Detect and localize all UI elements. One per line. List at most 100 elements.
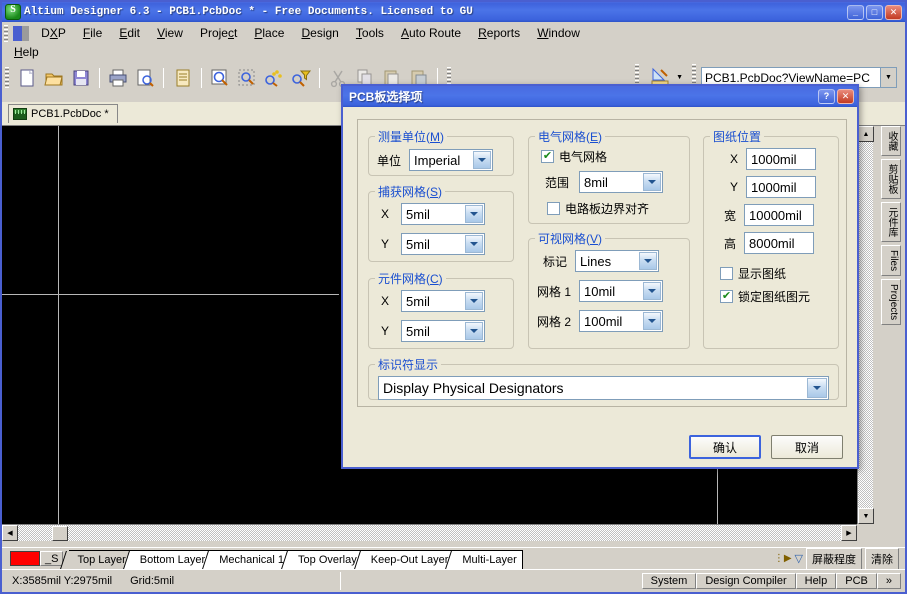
chevron-down-icon[interactable] [465,292,484,310]
status-button-more[interactable]: » [876,573,901,589]
panel-tab-libraries[interactable]: 元件库 [881,202,901,242]
canvas-vertical-scrollbar[interactable]: ▲ ▼ [857,126,874,524]
snap-to-board-outline-row[interactable]: 电路板边界对齐 [529,193,689,217]
chevron-down-icon[interactable] [807,378,827,398]
canvas-horizontal-scrollbar[interactable]: ◀ ▶ [2,524,857,541]
document-icon[interactable] [172,67,194,89]
scroll-up-button[interactable]: ▲ [858,126,874,142]
layer-tab-top-overlay[interactable]: Top Overlay [290,549,363,569]
print-icon[interactable] [107,67,129,89]
layer-tab-top-layer[interactable]: Top Layer [69,549,132,569]
menu-item-window[interactable]: Window [530,24,587,42]
show-sheet-checkbox[interactable] [720,267,733,280]
zoom-select-icon[interactable] [236,67,258,89]
electrical-grid-checkbox[interactable]: ✔ [541,150,554,163]
document-tab-pcb1[interactable]: PCB1.PcbDoc * [8,104,118,123]
scroll-thumb[interactable] [52,526,68,541]
lock-sheet-primitives-row[interactable]: ✔ 锁定图纸图元 [704,282,838,305]
menu-item-view[interactable]: View [150,24,190,42]
mask-level-icon[interactable]: ⋮▶ [774,553,792,564]
menu-item-auto-route[interactable]: Auto Route [394,24,468,42]
visible-grid-2-combo[interactable]: 100mil [579,310,664,332]
close-button[interactable]: ✕ [885,4,902,20]
menu-item-design[interactable]: Design [294,24,345,42]
chevron-down-icon[interactable] [643,282,662,300]
window-title: Altium Designer 6.3 - PCB1.PcbDoc * - Fr… [24,6,473,18]
select-nets-icon[interactable] [263,67,285,89]
visible-grid-1-label: 网格 1 [537,284,572,299]
menu-grip-handle[interactable] [4,24,8,42]
sheet-y-input[interactable]: 1000mil [746,176,817,198]
component-grid-x-combo[interactable]: 5mil [401,290,486,312]
layer-tab-bottom-layer[interactable]: Bottom Layer [131,549,212,569]
ok-button[interactable]: 确认 [689,435,761,459]
menu-item-edit[interactable]: Edit [112,24,147,42]
clear-button[interactable]: 清除 [865,547,899,570]
dialog-close-button[interactable]: ✕ [837,89,854,104]
chevron-down-icon[interactable] [465,235,484,253]
layer-tab-keep-out-layer[interactable]: Keep-Out Layer [362,549,455,569]
filter-funnel-icon[interactable]: ▽ [795,552,803,565]
menu-item-tools[interactable]: Tools [349,24,391,42]
chevron-down-icon[interactable] [643,312,662,330]
toolbar-grip-handle[interactable] [5,67,9,89]
panel-tab-favorites[interactable]: 收藏 [881,126,901,156]
layer-color-swatch[interactable] [10,551,40,566]
status-bar: X:3585mil Y:2975mil Grid:5mil System Des… [2,569,905,592]
zoom-area-icon[interactable] [209,67,231,89]
panel-tab-clipboard[interactable]: 剪贴板 [881,159,901,199]
minimize-button[interactable]: _ [847,4,864,20]
ruler-dropdown-arrow[interactable]: ▼ [676,74,683,81]
address-dropdown-arrow[interactable]: ▼ [880,68,896,87]
lock-sheet-primitives-checkbox[interactable]: ✔ [720,290,733,303]
chevron-down-icon[interactable] [473,151,492,169]
menu-item-project[interactable]: Project [193,24,244,42]
canvas-vline-left [58,126,59,524]
electrical-grid-enable-row[interactable]: ✔ 电气网格 [529,145,689,165]
scroll-down-button[interactable]: ▼ [858,508,874,524]
status-button-pcb[interactable]: PCB [836,573,877,589]
scroll-right-button[interactable]: ▶ [841,525,857,541]
save-icon[interactable] [70,67,92,89]
snap-grid-x-combo[interactable]: 5mil [401,203,486,225]
chevron-down-icon[interactable] [639,252,658,270]
maximize-button[interactable]: □ [866,4,883,20]
layer-tab-multi-layer[interactable]: Multi-Layer [454,549,523,569]
print-preview-icon[interactable] [134,67,156,89]
layer-tab-mechanical-1[interactable]: Mechanical 1 [211,549,291,569]
visible-grid-1-combo[interactable]: 10mil [579,280,664,302]
sheet-width-input[interactable]: 10000mil [744,204,815,226]
menu-item-reports[interactable]: Reports [471,24,527,42]
menu-item-dxp[interactable]: DXP [34,24,73,42]
designator-display-combo[interactable]: Display Physical Designators [378,376,829,400]
chevron-down-icon[interactable] [465,322,484,340]
chevron-down-icon[interactable] [465,205,484,223]
menu-item-help[interactable]: Help [10,43,46,61]
mask-level-button[interactable]: 屏蔽程度 [806,547,862,570]
component-grid-y-combo[interactable]: 5mil [401,320,486,342]
snap-to-board-outline-checkbox[interactable] [547,202,560,215]
sheet-x-input[interactable]: 1000mil [746,148,817,170]
dialog-help-button[interactable]: ? [818,89,835,104]
status-button-system[interactable]: System [641,573,697,589]
layer-color-label[interactable]: _S [40,551,64,566]
scroll-left-button[interactable]: ◀ [2,525,18,541]
panel-tab-files[interactable]: Files [881,245,901,277]
visible-grid-marker-combo[interactable]: Lines [575,250,660,272]
menu-item-place[interactable]: Place [247,24,291,42]
open-folder-icon[interactable] [43,67,65,89]
menu-item-file[interactable]: File [76,24,109,42]
cancel-button[interactable]: 取消 [771,435,843,459]
panel-tab-projects[interactable]: Projects [881,279,901,326]
filter-icon[interactable] [290,67,312,89]
status-button-design-compiler[interactable]: Design Compiler [696,573,796,589]
altium-designer-window: Altium Designer 6.3 - PCB1.PcbDoc * - Fr… [0,0,907,594]
snap-grid-y-combo[interactable]: 5mil [401,233,486,255]
show-sheet-row[interactable]: 显示图纸 [704,254,838,282]
new-doc-icon[interactable] [16,67,38,89]
sheet-height-input[interactable]: 8000mil [744,232,815,254]
electrical-range-combo[interactable]: 8mil [579,171,664,193]
status-button-help[interactable]: Help [795,573,837,589]
unit-combo[interactable]: Imperial [409,149,494,171]
chevron-down-icon[interactable] [643,173,662,191]
